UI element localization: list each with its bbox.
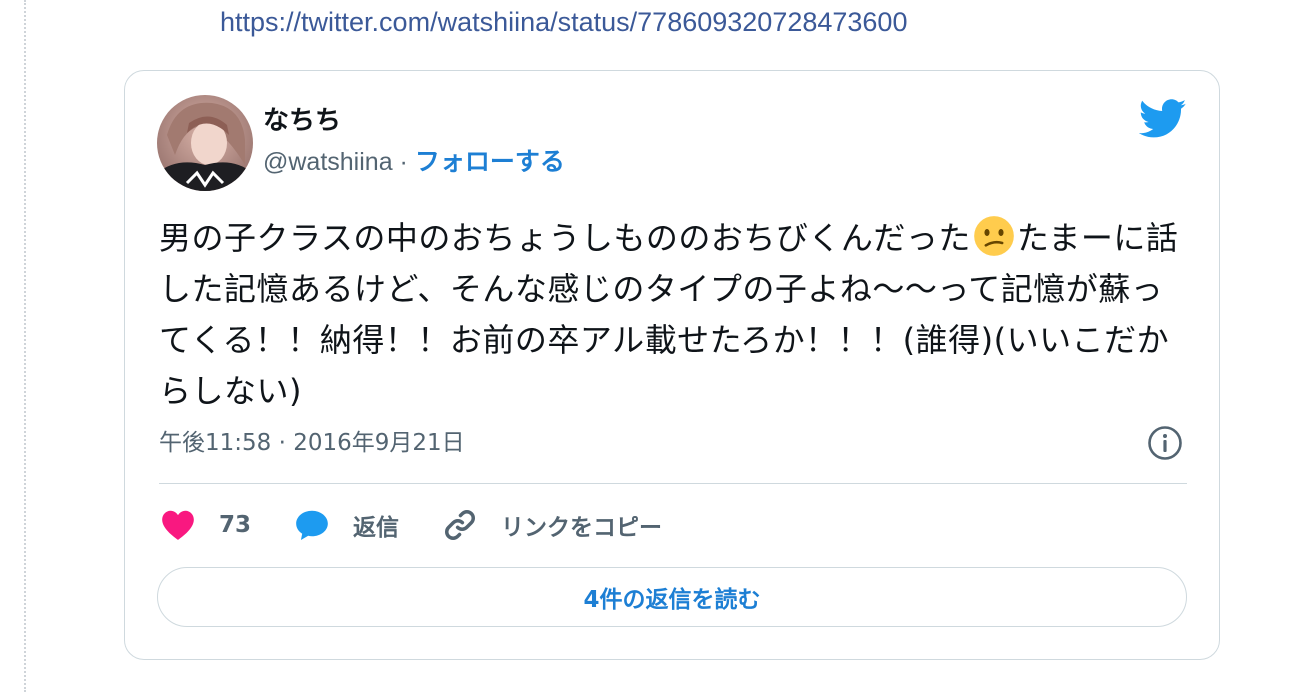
handle-line: @watshiina · フォローする	[263, 145, 565, 179]
tweet-text: 男の子クラスの中のおちょうしもののおちびくんだった たまーに話した記憶あるけど、そ…	[159, 213, 1189, 417]
status-url-link[interactable]: https://twitter.com/watshiina/status/778…	[220, 4, 907, 40]
reply-label: 返信	[353, 515, 400, 541]
display-name[interactable]: なちち	[263, 105, 341, 137]
like-button[interactable]: 73	[159, 506, 251, 544]
info-icon[interactable]	[1147, 425, 1183, 461]
reply-bubble-icon	[296, 510, 328, 541]
reply-button[interactable]: 返信	[293, 506, 399, 544]
copy-link-label: リンクをコピー	[501, 515, 663, 541]
divider	[159, 483, 1187, 484]
heart-icon	[162, 510, 194, 540]
action-bar: 73 返信 リンクをコピー	[159, 503, 704, 547]
follow-button[interactable]: フォローする	[415, 147, 565, 176]
embedded-tweet-card: なちち @watshiina · フォローする 男の子クラスの中のおちょうしもの…	[124, 70, 1220, 660]
twitter-bird-icon[interactable]	[1139, 99, 1187, 139]
tweet-text-part1: 男の子クラスの中のおちょうしもののおちびくんだった	[159, 219, 971, 257]
read-replies-button[interactable]: 4件の返信を読む	[157, 567, 1187, 627]
copy-link-button[interactable]: リンクをコピー	[441, 506, 662, 544]
avatar[interactable]	[157, 95, 253, 191]
page-left-rule	[24, 0, 26, 692]
tweet-timestamp[interactable]: 午後11:58 · 2016年9月21日	[159, 427, 465, 459]
link-chain-icon	[445, 510, 475, 540]
handle[interactable]: @watshiina	[263, 148, 393, 176]
confused-face-emoji	[974, 216, 1014, 256]
likes-count: 73	[219, 512, 252, 538]
separator: ·	[392, 148, 415, 176]
